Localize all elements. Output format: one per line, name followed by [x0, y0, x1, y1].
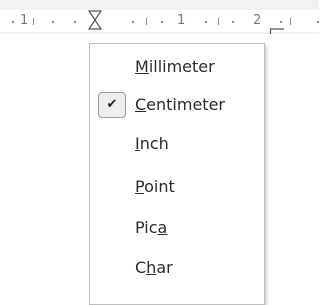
menu-item-label: Inch: [135, 134, 169, 153]
menu-item-point[interactable]: Point: [90, 168, 264, 206]
ruler-number: 1: [20, 13, 29, 28]
menu-item-millimeter[interactable]: Millimeter: [90, 48, 264, 86]
menu-item-label: Char: [135, 258, 173, 277]
ruler-dot: [52, 21, 54, 23]
menu-item-label: Pica: [135, 218, 168, 237]
menu-item-char[interactable]: Char: [90, 249, 264, 287]
ruler-dot: [12, 21, 14, 23]
tab-stop-icon: [269, 28, 284, 34]
checked-indicator: ✔: [98, 92, 126, 118]
indent-marker-icon: [87, 10, 103, 30]
ruler-number: 2: [253, 13, 262, 28]
unit-context-menu: Millimeter ✔ Centimeter Inch Point Pica …: [89, 43, 265, 305]
ruler-dot: [161, 21, 163, 23]
ruler-dot: [317, 21, 319, 23]
ruler-dot: [74, 21, 76, 23]
ruler-dot: [205, 21, 207, 23]
ruler-ticks: [12, 10, 319, 34]
menu-item-pica[interactable]: Pica: [90, 209, 264, 247]
ruler[interactable]: 1 1 2: [0, 0, 319, 34]
ruler-dot: [132, 21, 134, 23]
menu-item-label: Point: [135, 177, 175, 196]
ruler-number: 1: [177, 13, 186, 28]
menu-item-inch[interactable]: Inch: [90, 125, 264, 163]
ruler-dot: [280, 21, 282, 23]
menu-item-label: Centimeter: [135, 95, 225, 114]
ruler-dot: [232, 21, 234, 23]
menu-item-centimeter[interactable]: ✔ Centimeter: [90, 86, 264, 124]
menu-item-label: Millimeter: [135, 57, 215, 76]
checkmark-icon: ✔: [106, 97, 118, 112]
